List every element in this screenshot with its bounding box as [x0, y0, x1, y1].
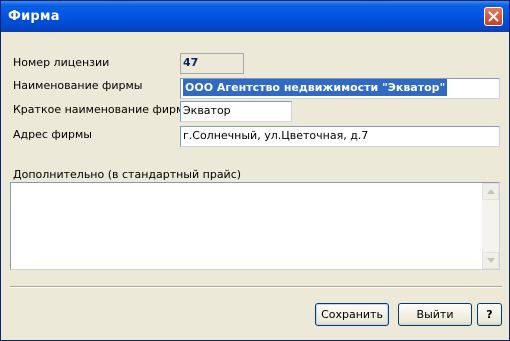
title-bar[interactable]: Фирма [1, 1, 509, 32]
window-title: Фирма [8, 9, 60, 24]
help-button[interactable]: ? [477, 303, 502, 326]
exit-button[interactable]: Выйти [398, 303, 472, 326]
save-button[interactable]: Сохранить [315, 303, 389, 326]
scroll-up-icon [487, 189, 495, 194]
extra-memo[interactable] [10, 182, 500, 270]
dialog-window: Фирма Номер лицензии 47 Наименование фир… [0, 0, 510, 341]
scroll-up-button[interactable] [482, 183, 499, 200]
close-icon [488, 11, 499, 22]
license-field: 47 [180, 53, 244, 74]
firm-name-input[interactable]: ООО Агентство недвижимости "Экватор" [180, 78, 500, 99]
divider [10, 286, 502, 288]
firm-name-label: Наименование фирмы [13, 79, 143, 92]
scroll-down-button[interactable] [482, 252, 499, 269]
address-label: Адрес фирмы [13, 128, 92, 141]
close-button[interactable] [484, 7, 503, 26]
scroll-down-icon [487, 258, 495, 263]
firm-name-value: ООО Агентство недвижимости "Экватор" [183, 79, 448, 96]
license-label: Номер лицензии [13, 56, 110, 69]
address-input[interactable]: г.Солнечный, ул.Цветочная, д.7 [180, 126, 500, 147]
extra-label: Дополнительно (в стандартный прайс) [13, 168, 242, 181]
memo-scrollbar[interactable] [482, 183, 499, 269]
short-name-input[interactable]: Экватор [180, 101, 292, 122]
short-name-label: Краткое наименование фирмы [13, 103, 193, 116]
